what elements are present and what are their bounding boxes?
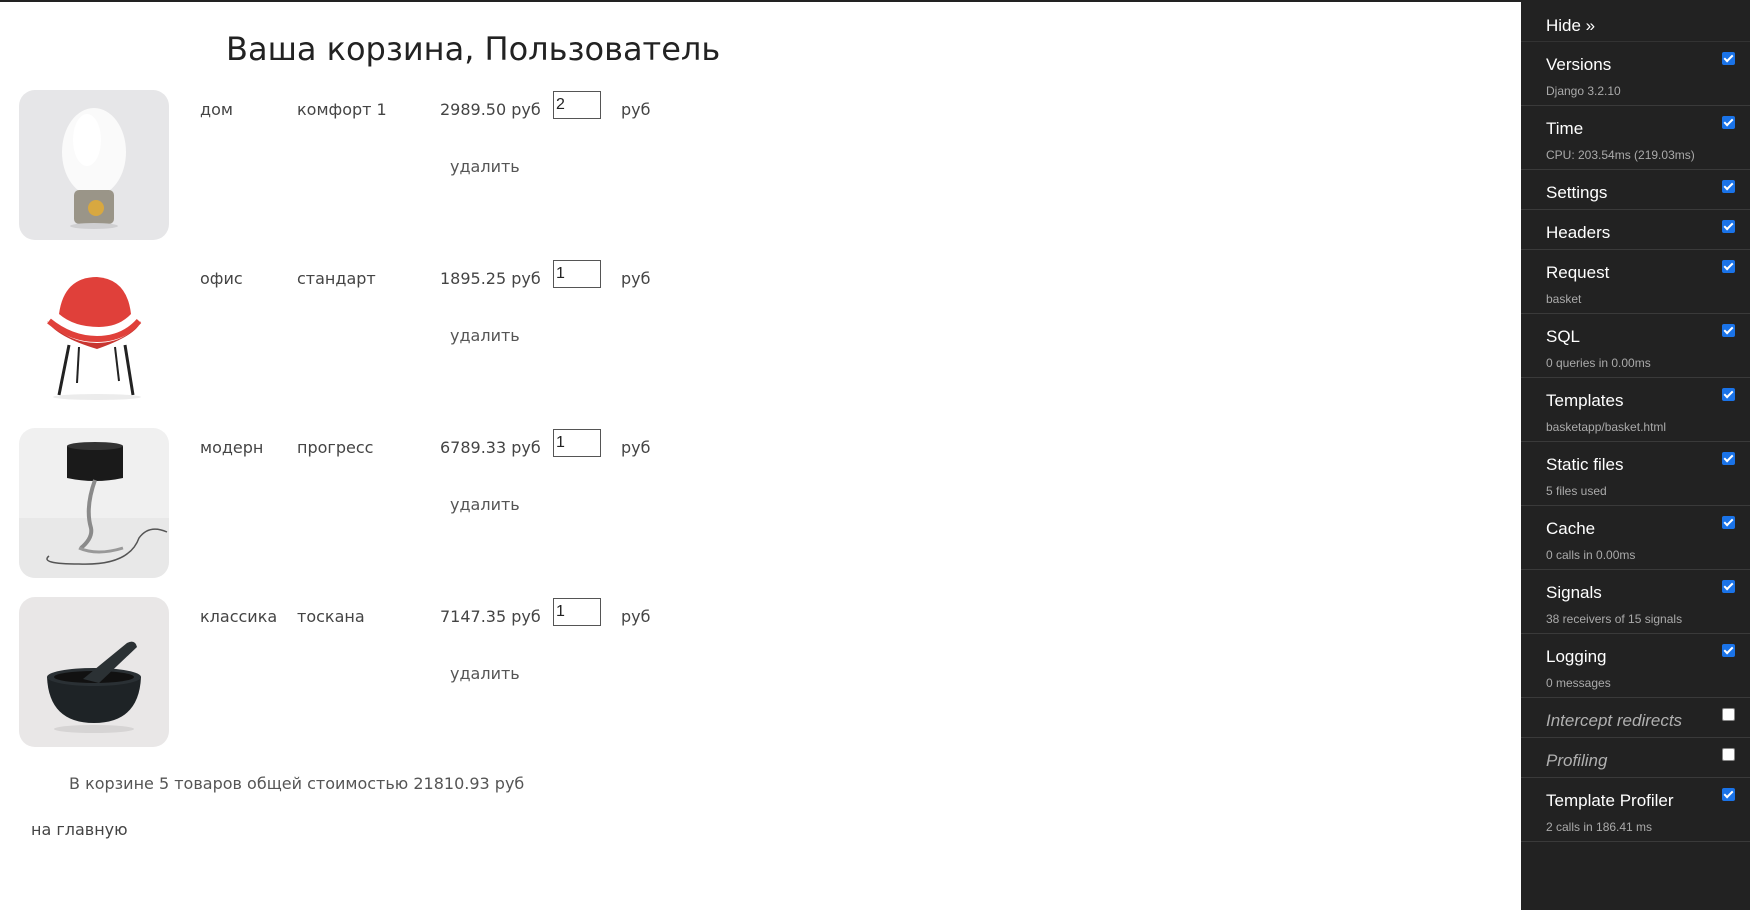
toolbar-panel-templates[interactable]: Templates basketapp/basket.html — [1521, 378, 1750, 442]
panel-title: Templates — [1546, 391, 1624, 410]
panel-toggle-checkbox[interactable] — [1722, 116, 1735, 129]
panel-toggle-checkbox[interactable] — [1722, 180, 1735, 193]
item-price: 2989.50 руб — [440, 100, 541, 119]
panel-title: Time — [1546, 119, 1584, 138]
toolbar-panel-signals[interactable]: Signals 38 receivers of 15 signals — [1521, 570, 1750, 634]
delete-link[interactable]: удалить — [450, 157, 520, 176]
delete-link[interactable]: удалить — [450, 326, 520, 345]
panel-subtitle: Django 3.2.10 — [1546, 84, 1621, 98]
quantity-input[interactable] — [553, 260, 601, 288]
panel-title: Settings — [1546, 183, 1608, 202]
hide-toolbar-button[interactable]: Hide » — [1521, 2, 1750, 42]
panel-subtitle: 5 files used — [1546, 484, 1607, 498]
panel-toggle-checkbox[interactable] — [1722, 388, 1735, 401]
toolbar-panel-versions[interactable]: Versions Django 3.2.10 — [1521, 42, 1750, 106]
quantity-input[interactable] — [553, 91, 601, 119]
toolbar-panel-profiling[interactable]: Profiling — [1521, 738, 1750, 778]
page-title: Ваша корзина, Пользователь — [226, 30, 721, 68]
item-name: тоскана — [297, 607, 365, 626]
item-price: 7147.35 руб — [440, 607, 541, 626]
panel-title: SQL — [1546, 327, 1581, 346]
toolbar-panel-cache[interactable]: Cache 0 calls in 0.00ms — [1521, 506, 1750, 570]
panel-title: Intercept redirects — [1546, 711, 1683, 730]
panel-subtitle: 38 receivers of 15 signals — [1546, 612, 1683, 626]
panel-title: Profiling — [1546, 751, 1608, 770]
panel-toggle-checkbox[interactable] — [1722, 260, 1735, 273]
panel-toggle-checkbox[interactable] — [1722, 452, 1735, 465]
item-currency: руб — [621, 100, 651, 119]
panel-subtitle: basketapp/basket.html — [1546, 420, 1667, 434]
toolbar-panel-intercept-redirects[interactable]: Intercept redirects — [1521, 698, 1750, 738]
item-category: дом — [200, 100, 233, 119]
panel-subtitle: 0 calls in 0.00ms — [1546, 548, 1636, 562]
panel-toggle-checkbox[interactable] — [1722, 220, 1735, 233]
toolbar-panel-template-profiler[interactable]: Template Profiler 2 calls in 186.41 ms — [1521, 778, 1750, 842]
panel-subtitle: basket — [1546, 292, 1582, 306]
panel-subtitle: 0 messages — [1546, 676, 1611, 690]
item-currency: руб — [621, 269, 651, 288]
panel-title: Cache — [1546, 519, 1596, 538]
item-price: 1895.25 руб — [440, 269, 541, 288]
panel-toggle-checkbox[interactable] — [1722, 788, 1735, 801]
delete-link[interactable]: удалить — [450, 495, 520, 514]
basket-item: классика тоскана 7147.35 руб руб удалить — [19, 597, 719, 747]
panel-title: Versions — [1546, 55, 1612, 74]
panel-toggle-checkbox[interactable] — [1722, 516, 1735, 529]
home-link[interactable]: на главную — [31, 820, 128, 839]
panel-toggle-checkbox[interactable] — [1722, 748, 1735, 761]
panel-title: Static files — [1546, 455, 1624, 474]
debug-toolbar: Hide » Versions Django 3.2.10 Time CPU: 203… — [1521, 2, 1750, 910]
panel-title: Template Profiler — [1546, 791, 1674, 810]
panel-subtitle: CPU: 203.54ms (219.03ms) — [1546, 148, 1695, 162]
toolbar-panel-list: Versions Django 3.2.10 Time CPU: 203.54ms (… — [1521, 42, 1750, 842]
chair-icon[interactable] — [19, 259, 169, 409]
mortar-icon[interactable] — [19, 597, 169, 747]
item-category: классика — [200, 607, 278, 626]
toolbar-panel-logging[interactable]: Logging 0 messages — [1521, 634, 1750, 698]
panel-title: Signals — [1546, 583, 1602, 602]
basket-item: офис стандарт 1895.25 руб руб удалить — [19, 259, 719, 409]
panel-title: Request — [1546, 263, 1610, 282]
panel-toggle-checkbox[interactable] — [1722, 580, 1735, 593]
toolbar-panel-time[interactable]: Time CPU: 203.54ms (219.03ms) — [1521, 106, 1750, 170]
toolbar-panel-request[interactable]: Request basket — [1521, 250, 1750, 314]
panel-title: Headers — [1546, 223, 1611, 242]
delete-link[interactable]: удалить — [450, 664, 520, 683]
panel-toggle-checkbox[interactable] — [1722, 52, 1735, 65]
basket-page: Ваша корзина, Пользователь дом комфорт 1… — [0, 0, 1750, 910]
basket-item: дом комфорт 1 2989.50 руб руб удалить — [19, 90, 719, 240]
toolbar-panel-static-files[interactable]: Static files 5 files used — [1521, 442, 1750, 506]
item-currency: руб — [621, 607, 651, 626]
basket-summary: В корзине 5 товаров общей стоимостью 218… — [69, 774, 525, 793]
item-price: 6789.33 руб — [440, 438, 541, 457]
item-category: офис — [200, 269, 243, 288]
panel-toggle-checkbox[interactable] — [1722, 644, 1735, 657]
item-name: прогресс — [297, 438, 374, 457]
panel-subtitle: 2 calls in 186.41 ms — [1546, 820, 1653, 834]
panel-title: Logging — [1546, 647, 1607, 666]
item-category: модерн — [200, 438, 264, 457]
toolbar-panel-settings[interactable]: Settings — [1521, 170, 1750, 210]
table-lamp-icon[interactable] — [19, 428, 169, 578]
panel-toggle-checkbox[interactable] — [1722, 708, 1735, 721]
panel-toggle-checkbox[interactable] — [1722, 324, 1735, 337]
item-currency: руб — [621, 438, 651, 457]
quantity-input[interactable] — [553, 429, 601, 457]
quantity-input[interactable] — [553, 598, 601, 626]
basket-item: модерн прогресс 6789.33 руб руб удалить — [19, 428, 719, 578]
toolbar-panel-headers[interactable]: Headers — [1521, 210, 1750, 250]
item-name: стандарт — [297, 269, 376, 288]
panel-subtitle: 0 queries in 0.00ms — [1546, 356, 1651, 370]
item-name: комфорт 1 — [297, 100, 387, 119]
lamp-icon[interactable] — [19, 90, 169, 240]
toolbar-panel-sql[interactable]: SQL 0 queries in 0.00ms — [1521, 314, 1750, 378]
